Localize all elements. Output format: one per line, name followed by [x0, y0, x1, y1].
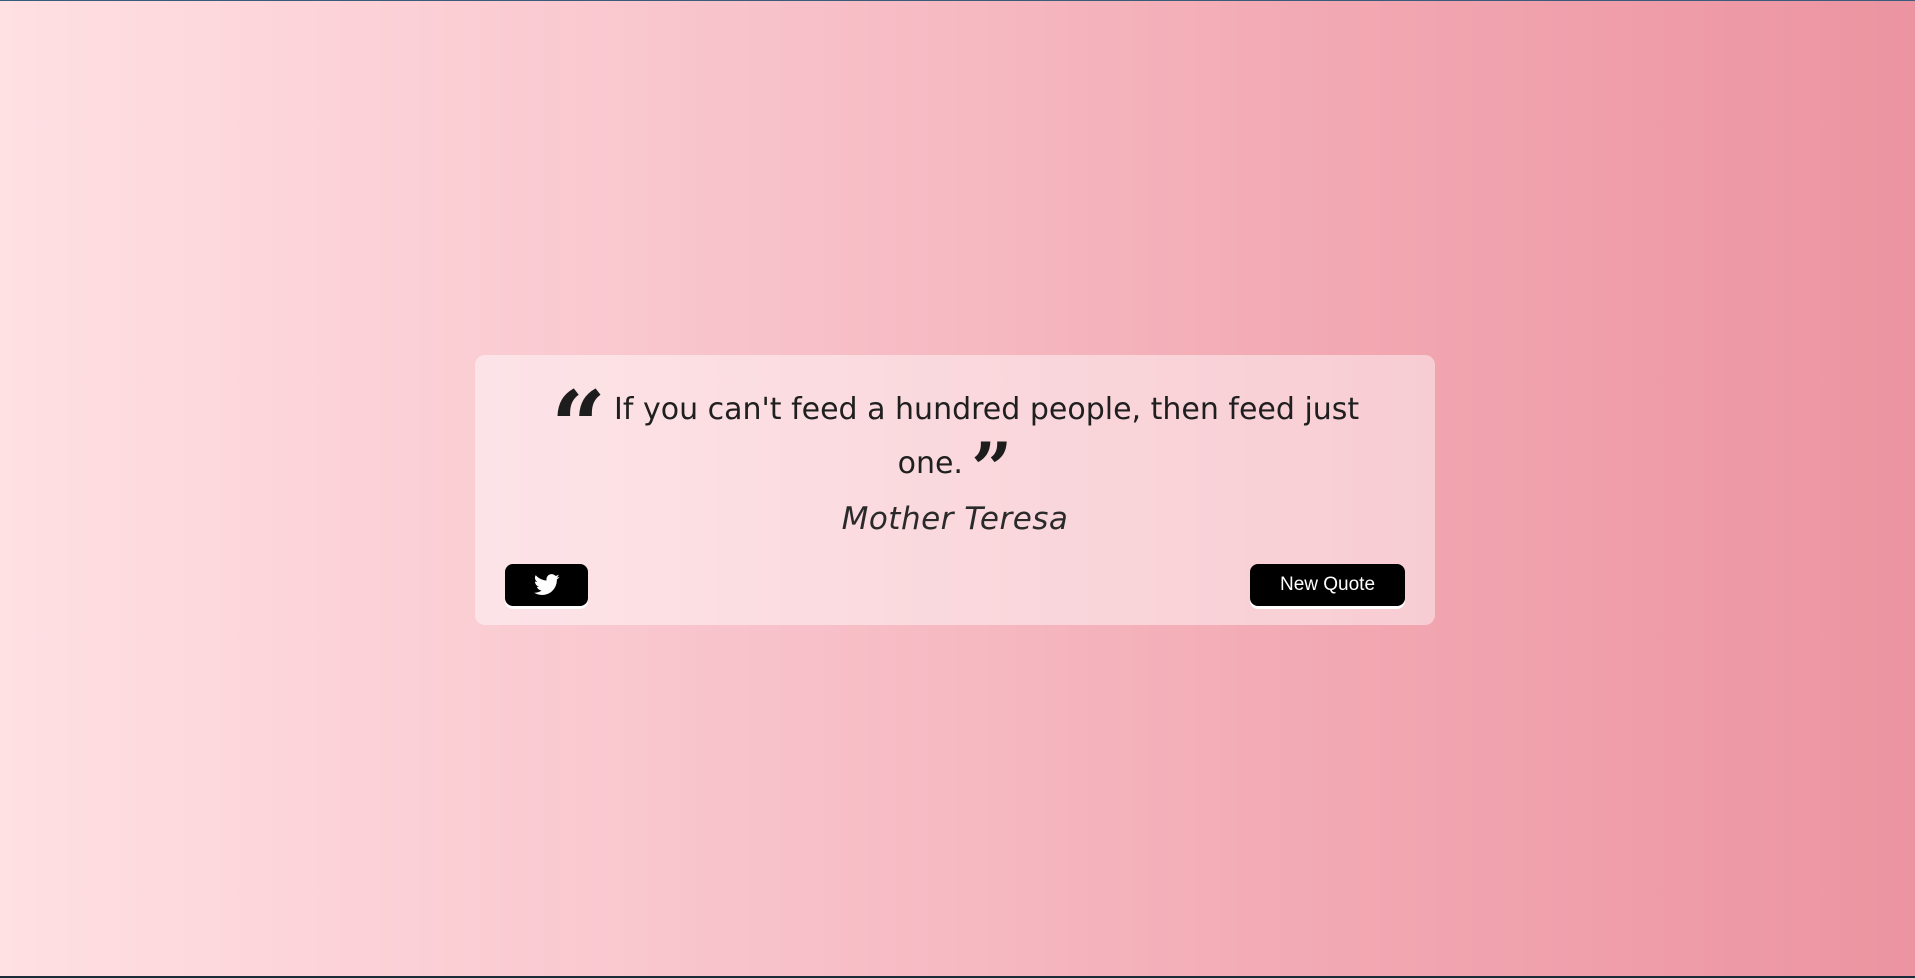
quote-text-container: “If you can't feed a hundred people, the…	[505, 379, 1405, 511]
new-quote-button[interactable]: New Quote	[1250, 564, 1405, 606]
quote-actions: New Quote	[505, 564, 1405, 606]
close-quote-icon: ”	[970, 426, 1013, 511]
twitter-icon	[533, 574, 560, 596]
tweet-button[interactable]	[505, 564, 588, 606]
open-quote-icon: “	[550, 370, 607, 483]
quote-card: “If you can't feed a hundred people, the…	[475, 355, 1435, 625]
quote-author: Mother Teresa	[841, 501, 1069, 537]
